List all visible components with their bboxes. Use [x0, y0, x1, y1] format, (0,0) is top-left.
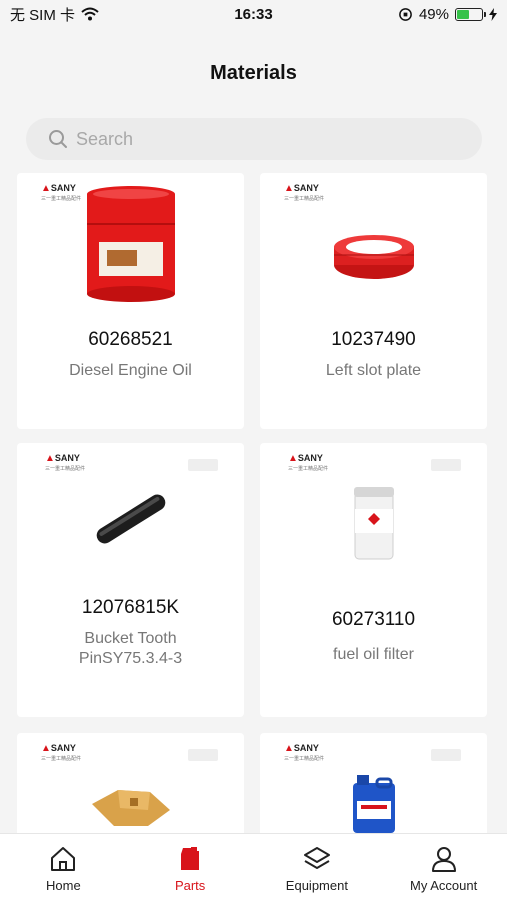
brand-logo: ▲SANY 三一重工精品配件 — [284, 743, 325, 762]
tooth-pin-icon — [17, 479, 244, 559]
product-name: Bucket Tooth PinSY75.3.4-3 — [78, 630, 183, 667]
product-grid: ▲SANY 三一重工精品配件 60268521 Diesel Engine Oi… — [17, 173, 487, 833]
search-input[interactable] — [76, 128, 456, 150]
carrier-label: 无 SIM 卡 — [10, 6, 76, 24]
search-icon — [49, 130, 67, 148]
tab-equipment[interactable]: Equipment — [254, 834, 381, 900]
oil-jug-icon — [260, 773, 487, 833]
home-icon — [51, 847, 76, 871]
product-code: 10237490 — [331, 329, 416, 350]
tab-my-account-label: My Account — [410, 878, 478, 893]
spec-tag — [188, 459, 218, 471]
status-right: 49% — [398, 6, 497, 23]
brand-logo: ▲SANY 三一重工精品配件 — [41, 743, 82, 762]
search-bar[interactable] — [26, 118, 482, 160]
battery-percent: 49% — [418, 5, 449, 23]
brand-logo: ▲SANY 三一重工精品配件 — [45, 453, 86, 472]
product-card[interactable]: ▲SANY 三一重工精品配件 — [260, 733, 487, 833]
spec-tag — [431, 459, 461, 471]
page-title: Materials — [210, 62, 297, 84]
tab-bar: Home Parts Equipment My Account — [0, 833, 507, 900]
fuel-filter-icon — [260, 483, 487, 563]
product-card[interactable]: ▲SANY 三一重工精品配件 — [17, 733, 244, 833]
brand-logo: ▲SANY 三一重工精品配件 — [284, 183, 325, 202]
orientation-lock-icon — [399, 7, 412, 21]
spec-tag — [431, 749, 461, 761]
parts-icon — [181, 847, 200, 870]
product-card[interactable]: ▲SANY 三一重工精品配件 60268521 Diesel Engine Oi… — [17, 173, 244, 429]
brand-logo: ▲SANY 三一重工精品配件 — [288, 453, 329, 472]
battery-fill — [457, 9, 469, 19]
person-icon — [431, 847, 456, 872]
product-code: 60273110 — [331, 609, 416, 630]
oil-drum-icon — [17, 183, 244, 305]
product-card[interactable]: ▲SANY 三一重工精品配件 60273110 fuel oil filter — [260, 443, 487, 717]
tab-my-account[interactable]: My Account — [380, 834, 507, 900]
red-seal-ring-icon — [260, 223, 487, 293]
battery-icon — [455, 7, 486, 21]
tab-parts-label: Parts — [174, 878, 206, 893]
tab-home-label: Home — [46, 878, 81, 893]
product-code: 60268521 — [88, 329, 173, 350]
bucket-tooth-icon — [17, 777, 244, 833]
product-card[interactable]: ▲SANY 三一重工精品配件 12076815K Bucket Tooth Pi… — [17, 443, 244, 717]
product-name: fuel oil filter — [333, 646, 414, 663]
tab-parts[interactable]: Parts — [127, 834, 254, 900]
wifi-icon — [81, 7, 99, 21]
status-left: 无 SIM 卡 — [10, 4, 99, 25]
product-card[interactable]: ▲SANY 三一重工精品配件 10237490 Left slot plate — [260, 173, 487, 429]
tab-home[interactable]: Home — [0, 834, 127, 900]
tab-equipment-label: Equipment — [285, 878, 348, 893]
layers-icon — [303, 847, 330, 869]
charging-bolt-icon — [489, 7, 497, 21]
spec-tag — [188, 749, 218, 761]
status-bar: 无 SIM 卡 16:33 49% — [0, 0, 507, 28]
product-name: Diesel Engine Oil — [69, 362, 192, 379]
product-name: Left slot plate — [325, 362, 422, 379]
product-code: 12076815K — [81, 597, 180, 618]
